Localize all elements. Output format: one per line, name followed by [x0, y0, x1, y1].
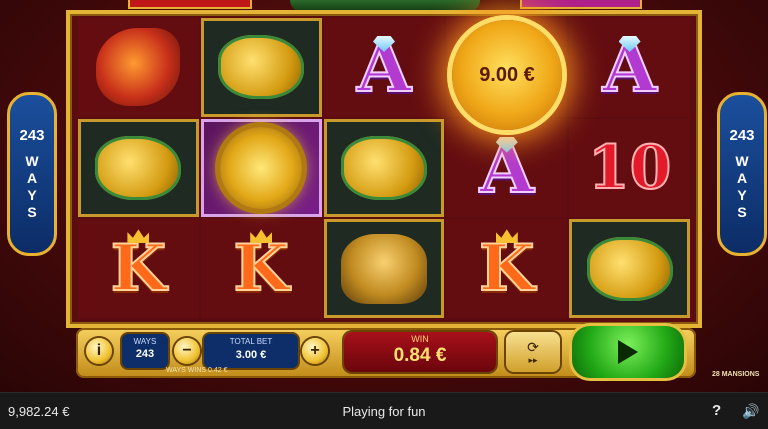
status-bar: 9,982.24 € Playing for fun ? 🔊 — [0, 392, 768, 429]
bet-increase-button[interactable]: + — [302, 338, 328, 364]
reel-cell — [569, 219, 690, 318]
bet-decrease-button[interactable]: − — [174, 338, 200, 364]
win-display: WIN 0.84 € — [344, 332, 496, 372]
symbol-ten: 10 — [587, 132, 672, 203]
info-button[interactable]: i — [86, 338, 112, 364]
play-icon — [618, 340, 638, 364]
reel-cell: K — [446, 219, 568, 318]
brand-logo: 28 MANSIONS — [712, 371, 760, 378]
tiger-symbol — [340, 233, 427, 304]
golden-toad-symbol — [586, 236, 673, 301]
ways-badge-left: 243 WAYS — [7, 92, 57, 256]
total-bet-value: 3.00 € — [235, 349, 267, 361]
autoplay-icon: ⟳ — [527, 338, 539, 355]
reel-cell: 10 — [569, 118, 690, 218]
ways-word: WAYS — [25, 153, 39, 220]
reel-cell — [78, 18, 199, 117]
phoenix-symbol — [96, 28, 181, 107]
play-mode: Playing for fun — [342, 404, 426, 419]
symbol-k: K — [478, 230, 536, 306]
reel-cell: K — [200, 219, 322, 318]
ways-badge-right: 243 WAYS — [717, 92, 767, 256]
golden-toad-symbol — [340, 135, 427, 200]
top-right-plate — [520, 0, 642, 9]
symbol-k: K — [232, 230, 290, 306]
fast-forward-icon: ▸▸ — [528, 354, 538, 365]
spin-button[interactable] — [572, 326, 684, 378]
coin-wild-symbol: 9.00 € — [452, 20, 562, 130]
win-value: 0.84 € — [393, 345, 447, 366]
reel-cell: A — [569, 18, 690, 117]
win-label: WIN — [411, 334, 429, 344]
ways-label: WAYS — [133, 337, 157, 346]
golden-toad-symbol — [218, 35, 305, 100]
reel-cell: K — [78, 219, 199, 318]
ways-display: WAYS 243 — [122, 334, 168, 368]
reel-cell — [200, 18, 322, 117]
ways-value: 243 — [135, 348, 155, 360]
ways-word: WAYS — [735, 153, 749, 220]
total-bet-label: TOTAL BET — [229, 337, 273, 346]
total-bet-display: TOTAL BET 3.00 € — [204, 334, 298, 368]
top-left-plate — [128, 0, 252, 9]
reel-cell — [323, 118, 445, 218]
sound-icon[interactable]: 🔊 — [742, 403, 759, 420]
autoplay-button[interactable]: ⟳ ▸▸ — [506, 332, 560, 372]
coin-value: 9.00 € — [479, 63, 535, 86]
reel-cell: A — [323, 18, 445, 117]
win-ticker: WAYS WINS 0.42 € — [166, 367, 228, 374]
reel-cell — [323, 219, 445, 318]
reel-cell — [78, 118, 199, 218]
medallion-wild-symbol — [220, 126, 303, 209]
golden-toad-symbol — [95, 135, 182, 200]
symbol-k: K — [110, 230, 168, 306]
ways-number: 243 — [729, 127, 755, 145]
help-icon[interactable]: ? — [712, 402, 721, 419]
ways-number: 243 — [19, 127, 45, 145]
reel-grid: A A A 10 K K K — [78, 18, 690, 318]
reel-cell — [200, 118, 322, 218]
reel-cell: A — [446, 118, 568, 218]
